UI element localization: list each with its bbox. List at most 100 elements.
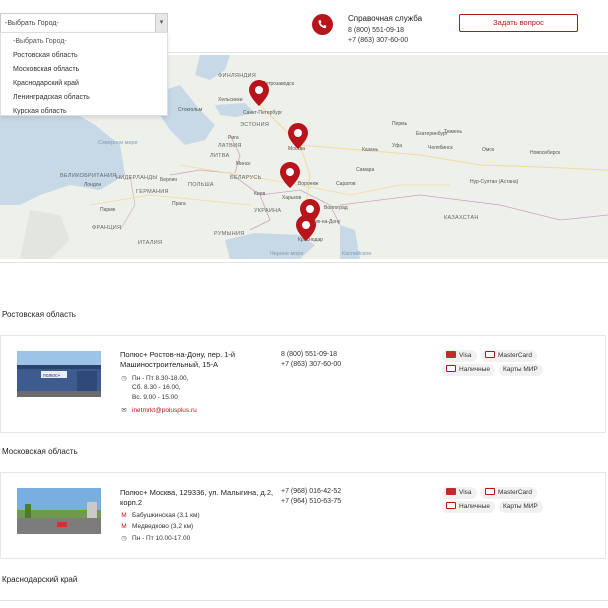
card-top-border: [0, 600, 608, 601]
map-label-voronezh: Воронеж: [298, 181, 319, 187]
help-title: Справочная служба: [348, 14, 423, 23]
map-label-berlin: Берлин: [160, 177, 178, 183]
office-hours-line: ◷ Пн - Пт 8.30-18.00,: [120, 374, 188, 382]
office-phone[interactable]: 8 (800) 551-09-18: [281, 351, 337, 358]
map-label-stockholm: Стокгольм: [178, 107, 203, 113]
map-label-finland: ФИНЛЯНДИЯ: [218, 73, 257, 79]
mastercard-icon: [485, 488, 495, 495]
section-title-krasnodar: Краснодарский край: [2, 575, 78, 584]
office-phone[interactable]: +7 (964) 510-63-75: [281, 498, 341, 505]
map-label-kazakhstan: КАЗАХСТАН: [444, 215, 479, 221]
office-phone[interactable]: +7 (968) 016-42-52: [281, 488, 341, 495]
city-select-value: -Выбрать Город-: [5, 20, 59, 27]
office-phone[interactable]: +7 (863) 307-60-00: [281, 361, 341, 368]
map-label-perm: Пермь: [392, 121, 408, 127]
payment-cash: Наличные: [442, 501, 495, 513]
map-label-lithuania: ЛИТВА: [210, 153, 230, 159]
payment-mastercard: MasterCard: [481, 350, 537, 362]
map-pin-icon[interactable]: [249, 80, 269, 106]
office-metro-line: М Медведково (3,2 км): [120, 523, 193, 530]
metro-station: Медведково (3,2 км): [132, 523, 194, 530]
city-option[interactable]: Курская область: [1, 105, 167, 119]
map-label-spb: Санкт-Петербург: [243, 110, 283, 116]
visa-icon: [446, 351, 456, 358]
map-label-tyumen: Тюмень: [444, 129, 463, 135]
payment-cash: Наличные: [442, 364, 495, 376]
payment-label: MasterCard: [498, 352, 532, 359]
payment-label: Наличные: [459, 366, 490, 373]
office-card-moscow: Полюс+ Москва, 129336, ул. Малыгина, д.2…: [0, 472, 606, 559]
mail-icon: ✉: [121, 407, 127, 414]
cash-icon: [446, 365, 456, 372]
city-option[interactable]: Московская область: [1, 63, 167, 77]
map-label-estonia: ЭСТОНИЯ: [240, 122, 270, 128]
map-label-omsk: Омск: [482, 147, 495, 153]
payment-mir: Карты МИР: [499, 364, 543, 376]
map-label-riga: Рига: [228, 135, 239, 141]
map-label-prague: Прага: [172, 201, 186, 207]
map-label-kazan: Казань: [362, 147, 379, 153]
help-phone-1[interactable]: 8 (800) 551-09-18: [348, 27, 404, 34]
help-phone-2[interactable]: +7 (863) 307-60-00: [348, 37, 408, 44]
office-card-rostov: полюс+ Полюс+ Ростов-на-Дону, пер. 1-й М…: [0, 335, 606, 433]
payment-label: MasterCard: [498, 489, 532, 496]
map-label-italy: ИТАЛИЯ: [138, 240, 163, 246]
visa-icon: [446, 488, 456, 495]
map-label-belarus: БЕЛАРУСЬ: [230, 175, 262, 181]
payment-visa: Visa: [442, 487, 477, 499]
map-label-latvia: ЛАТВИЯ: [218, 143, 242, 149]
map-label-novosibirsk: Новосибирск: [530, 150, 561, 156]
payment-label: Наличные: [459, 503, 490, 510]
office-title: Полюс+ Ростов-на-Дону, пер. 1-й Машиност…: [120, 350, 236, 369]
map-label-minsk: Минск: [236, 161, 251, 167]
map-pin-icon[interactable]: [296, 215, 316, 241]
cash-icon: [446, 502, 456, 509]
map-pin-icon[interactable]: [288, 123, 308, 149]
map-label-black-sea: Черное море: [270, 251, 304, 257]
office-photo: [17, 488, 101, 534]
map-label-netherlands: НИДЕРЛАНДЫ: [116, 175, 158, 181]
office-email[interactable]: inetmrkt@polusplus.ru: [132, 407, 197, 414]
office-hours-line: ◷ Пн - Пт 10.00-17.00: [120, 534, 190, 542]
map-label-london: Лондон: [84, 182, 102, 188]
city-option[interactable]: Краснодарский край: [1, 77, 167, 91]
city-option[interactable]: -Выбрать Город-: [1, 35, 167, 49]
map-label-poland: ПОЛЬША: [188, 182, 214, 188]
office-photo: полюс+: [17, 351, 101, 397]
metro-icon: М: [121, 523, 127, 530]
city-option[interactable]: Ленинградская область: [1, 91, 167, 105]
map-pin-icon[interactable]: [280, 162, 300, 188]
payment-label: Visa: [459, 489, 472, 496]
map-label-kharkiv: Харьков: [282, 195, 302, 201]
map-label-astana: Нур-Султан (Астана): [470, 179, 519, 185]
map-label-france: ФРАНЦИЯ: [92, 225, 122, 231]
mastercard-icon: [485, 351, 495, 358]
section-title-rostov: Ростовская область: [2, 310, 76, 319]
office-email-line[interactable]: ✉ inetmrkt@polusplus.ru: [120, 406, 197, 414]
svg-text:полюс+: полюс+: [43, 373, 61, 379]
map-label-romania: РУМЫНИЯ: [214, 231, 245, 237]
map-label-caspian: Каспийское: [342, 251, 372, 257]
section-title-moscow: Московская область: [2, 447, 78, 456]
phone-icon: [312, 14, 333, 35]
map-label-kyiv: Киев: [254, 191, 266, 197]
payment-label: Карты МИР: [503, 366, 538, 373]
map-label-ufa: Уфа: [392, 143, 403, 149]
map-label-germany: ГЕРМАНИЯ: [136, 189, 169, 195]
map-label-ekb: Екатеринбург: [416, 131, 448, 137]
map-label-samara: Самара: [356, 167, 375, 173]
city-select[interactable]: -Выбрать Город- ▾: [0, 13, 168, 33]
office-hours: Пн - Пт 8.30-18.00,: [132, 375, 189, 382]
metro-station: Бабушкинская (3,1 км): [132, 512, 200, 519]
map-label-north-sea: Северное море: [98, 140, 138, 146]
office-title: Полюс+ Москва, 129336, ул. Малыгина, д.2…: [120, 488, 274, 507]
chevron-down-icon[interactable]: ▾: [155, 14, 167, 32]
city-dropdown: -Выбрать Город- Ростовская область Моско…: [0, 32, 168, 116]
city-option[interactable]: Ростовская область: [1, 49, 167, 63]
metro-icon: М: [121, 512, 127, 519]
map-label-chelyabinsk: Челябинск: [428, 145, 453, 151]
office-hours: Пн - Пт 10.00-17.00: [132, 535, 191, 542]
clock-icon: ◷: [121, 375, 127, 382]
ask-question-button[interactable]: Задать вопрос: [459, 14, 578, 32]
payment-label: Карты МИР: [503, 503, 538, 510]
